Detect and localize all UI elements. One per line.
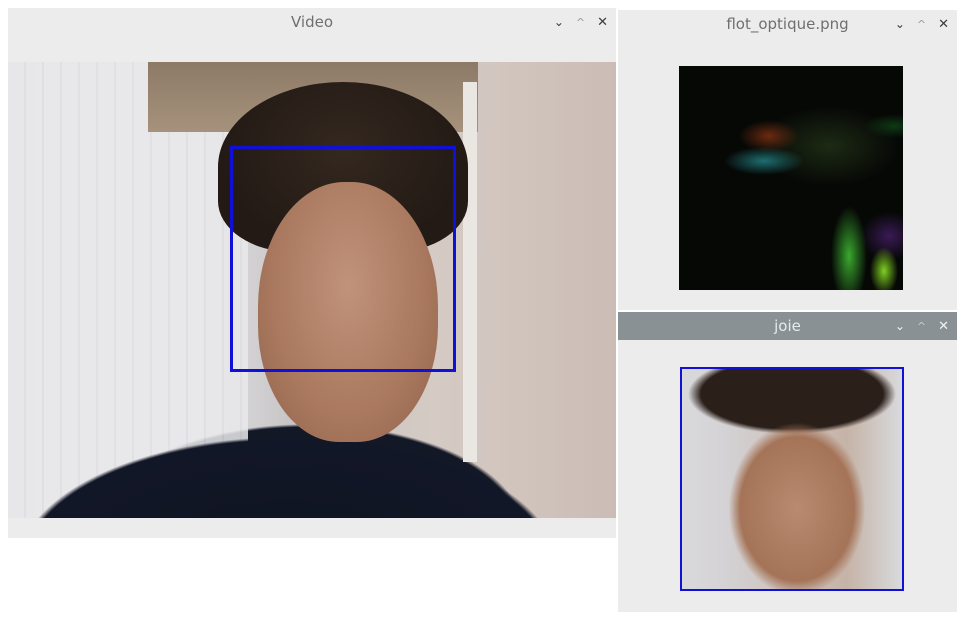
flow-window: flot_optique.png ⌄ ^ ✕ (618, 10, 957, 310)
optical-flow-image (679, 66, 903, 290)
window-controls: ⌄ ^ ✕ (895, 312, 949, 340)
face-detection-box (230, 146, 456, 372)
joie-window-titlebar[interactable]: joie ⌄ ^ ✕ (618, 312, 957, 340)
window-controls: ⌄ ^ ✕ (895, 10, 949, 38)
window-controls: ⌄ ^ ✕ (554, 8, 608, 36)
face-crop-image (680, 367, 904, 591)
close-icon[interactable]: ✕ (938, 320, 949, 333)
minimize-icon[interactable]: ⌄ (895, 18, 905, 30)
maximize-icon[interactable]: ^ (917, 19, 926, 30)
webcam-video-frame (8, 62, 616, 518)
minimize-icon[interactable]: ⌄ (895, 320, 905, 332)
video-window-titlebar[interactable]: Video ⌄ ^ ✕ (8, 8, 616, 36)
close-icon[interactable]: ✕ (597, 16, 608, 29)
flow-window-title: flot_optique.png (726, 15, 849, 33)
video-window: Video ⌄ ^ ✕ (8, 8, 616, 538)
close-icon[interactable]: ✕ (938, 18, 949, 31)
joie-window: joie ⌄ ^ ✕ (618, 312, 957, 612)
maximize-icon[interactable]: ^ (917, 321, 926, 332)
minimize-icon[interactable]: ⌄ (554, 16, 564, 28)
video-window-title: Video (290, 13, 334, 31)
flow-window-titlebar[interactable]: flot_optique.png ⌄ ^ ✕ (618, 10, 957, 38)
maximize-icon[interactable]: ^ (576, 17, 585, 28)
joie-window-title: joie (774, 317, 801, 335)
